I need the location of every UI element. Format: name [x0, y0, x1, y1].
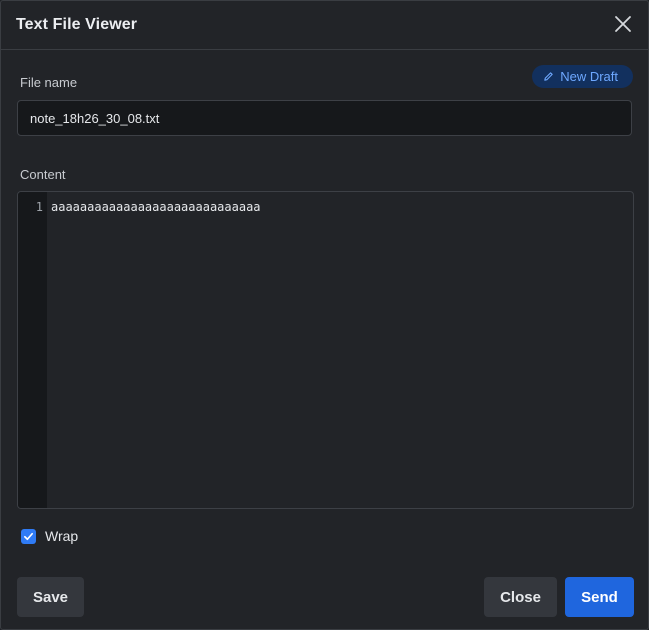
wrap-toggle[interactable]: Wrap: [21, 528, 78, 544]
close-button[interactable]: Close: [484, 577, 557, 617]
editor-line[interactable]: aaaaaaaaaaaaaaaaaaaaaaaaaaaaa: [51, 200, 261, 214]
file-name-label: File name: [20, 75, 78, 90]
pencil-icon: [543, 71, 554, 82]
dialog-title: Text File Viewer: [16, 16, 138, 33]
content-label: Content: [20, 167, 66, 182]
text-file-viewer-dialog: Text File Viewer File name New Draft Con…: [0, 0, 649, 630]
new-draft-label: New Draft: [560, 69, 618, 84]
save-button[interactable]: Save: [17, 577, 84, 617]
wrap-checkbox[interactable]: [21, 528, 36, 544]
checkmark-icon: [24, 532, 33, 540]
content-editor[interactable]: 1 aaaaaaaaaaaaaaaaaaaaaaaaaaaaa: [17, 191, 634, 509]
line-number: 1: [35, 200, 43, 214]
send-button[interactable]: Send: [565, 577, 634, 617]
file-name-input[interactable]: [17, 100, 632, 136]
line-number-gutter: 1: [18, 192, 47, 508]
dialog-header: Text File Viewer: [1, 1, 648, 50]
wrap-label: Wrap: [45, 528, 79, 544]
new-draft-badge[interactable]: New Draft: [532, 65, 633, 88]
close-icon[interactable]: [613, 14, 633, 34]
